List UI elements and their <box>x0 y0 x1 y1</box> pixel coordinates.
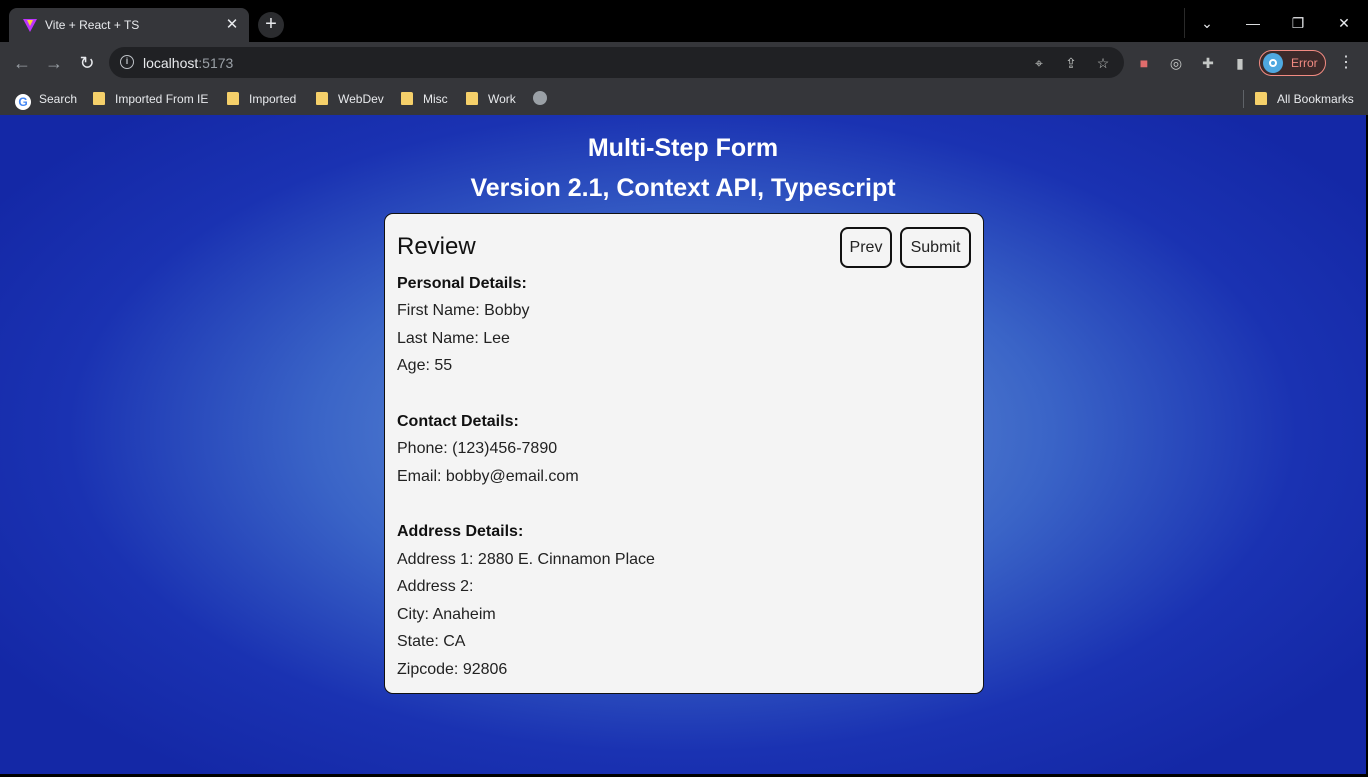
submit-button[interactable]: Submit <box>900 227 971 268</box>
globe-icon <box>533 91 547 105</box>
page-title: Multi-Step Form <box>587 134 779 162</box>
folder-icon <box>316 92 328 105</box>
profile-button[interactable]: Error <box>1259 50 1326 76</box>
side-panel-icon[interactable]: ▮ <box>1231 54 1249 72</box>
age-value: Age: 55 <box>397 357 453 374</box>
address2-value: Address 2: <box>397 578 474 595</box>
tab-strip: Vite + React + TS ✕ + ⌄ — ❐ ✕ <box>0 0 1368 42</box>
contact-details-heading: Contact Details: <box>397 413 519 430</box>
minimize-button[interactable]: — <box>1230 8 1276 38</box>
bookmark-webdev[interactable]: WebDev <box>316 90 384 108</box>
page-viewport: Multi-Step Form Version 2.1, Context API… <box>0 115 1366 774</box>
bookmark-work[interactable]: Work <box>466 90 516 108</box>
folder-icon <box>1255 92 1267 105</box>
url-port: :5173 <box>198 55 234 71</box>
zipcode-value: Zipcode: 92806 <box>397 661 508 678</box>
folder-icon <box>466 92 478 105</box>
share-icon[interactable]: ⇪ <box>1062 54 1080 72</box>
first-name-value: First Name: Bobby <box>397 302 530 319</box>
card-title: Review <box>397 233 476 260</box>
bookmark-imported[interactable]: Imported <box>227 90 296 108</box>
page-subtitle: Version 2.1, Context API, Typescript <box>470 174 896 202</box>
personal-details-heading: Personal Details: <box>397 275 527 292</box>
all-bookmarks[interactable]: All Bookmarks <box>1255 90 1354 108</box>
bookmarks-divider <box>1243 90 1244 108</box>
tab-title: Vite + React + TS <box>45 18 140 32</box>
vite-icon <box>23 19 37 32</box>
address1-value: Address 1: 2880 E. Cinnamon Place <box>397 551 655 568</box>
bookmark-imported-from-ie[interactable]: Imported From IE <box>93 90 208 108</box>
phone-value: Phone: (123)456-7890 <box>397 440 558 457</box>
site-info-icon[interactable]: i <box>120 55 134 69</box>
bookmark-star-icon[interactable]: ☆ <box>1094 54 1112 72</box>
profile-error-label: Error <box>1291 56 1318 70</box>
all-bookmarks-label: All Bookmarks <box>1277 92 1354 106</box>
new-tab-button[interactable]: + <box>258 12 284 38</box>
menu-icon[interactable]: ⋮ <box>1338 53 1354 73</box>
address-bar[interactable]: i localhost:5173 ⌖ ⇪ ☆ <box>109 47 1124 78</box>
bookmark-misc[interactable]: Misc <box>401 90 448 108</box>
avatar <box>1263 53 1283 73</box>
folder-icon <box>93 92 105 105</box>
restore-button[interactable]: ❐ <box>1275 8 1321 38</box>
google-icon: G <box>15 94 31 110</box>
state-value: State: CA <box>397 633 466 650</box>
last-name-value: Last Name: Lee <box>397 330 510 347</box>
bookmark-label: Search <box>39 92 78 106</box>
back-icon[interactable]: ← <box>10 51 34 75</box>
city-value: City: Anaheim <box>397 606 496 623</box>
bookmark-label: Imported <box>249 92 297 106</box>
address-details-heading: Address Details: <box>397 523 524 540</box>
close-tab-icon[interactable]: ✕ <box>224 17 240 33</box>
close-window-button[interactable]: ✕ <box>1321 8 1367 38</box>
bookmarks-bar: G Search Imported From IE Imported WebDev… <box>0 83 1368 115</box>
bookmark-label: WebDev <box>338 92 384 106</box>
browser-tab[interactable]: Vite + React + TS ✕ <box>9 8 249 42</box>
extension-icon[interactable]: ■ <box>1135 54 1153 72</box>
tab-search-icon[interactable]: ⌄ <box>1184 8 1230 38</box>
bookmark-search[interactable]: G Search <box>15 90 78 110</box>
folder-icon <box>401 92 413 105</box>
bookmark-label: Work <box>488 92 516 106</box>
reload-icon[interactable]: ↻ <box>75 51 99 75</box>
bookmark-globe[interactable] <box>533 90 547 108</box>
bookmark-label: Imported From IE <box>115 92 209 106</box>
location-icon[interactable]: ⌖ <box>1030 54 1048 72</box>
url-host: localhost <box>143 55 199 71</box>
prev-button[interactable]: Prev <box>840 227 892 268</box>
folder-icon <box>227 92 239 105</box>
extensions-puzzle-icon[interactable]: ✚ <box>1199 54 1217 72</box>
forward-icon[interactable]: → <box>42 51 66 75</box>
bookmark-label: Misc <box>423 92 448 106</box>
browser-toolbar: ← → ↻ i localhost:5173 ⌖ ⇪ ☆ ■ ◎ ✚ ▮ Err… <box>0 42 1368 83</box>
email-value: Email: bobby@email.com <box>397 468 579 485</box>
url-text[interactable]: localhost:5173 <box>143 55 233 71</box>
extension-target-icon[interactable]: ◎ <box>1167 54 1185 72</box>
review-card: Review Prev Submit Personal Details: Fir… <box>384 213 984 694</box>
